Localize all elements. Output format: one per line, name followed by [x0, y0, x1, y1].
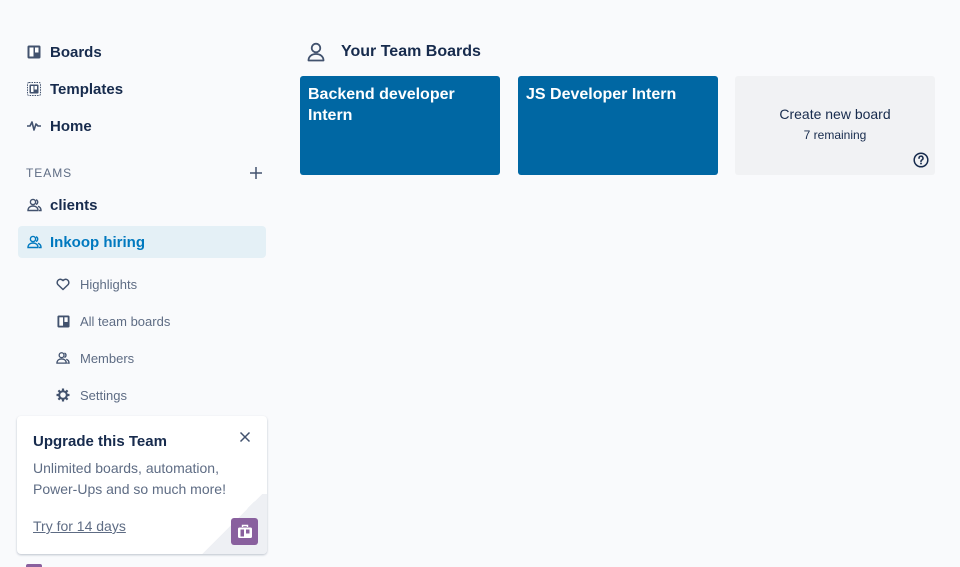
section-title: Your Team Boards: [341, 43, 481, 60]
upgrade-card: Upgrade this Team Unlimited boards, auto…: [17, 416, 267, 554]
sidebar-item-label: Home: [50, 117, 92, 135]
gear-icon: [56, 388, 70, 402]
sidebar-item-label: Inkoop hiring: [50, 233, 145, 251]
board-name: Backend developer Intern: [308, 86, 455, 124]
sub-item-label: Settings: [80, 387, 127, 403]
teams-label: TEAMS: [26, 166, 73, 180]
heart-icon: [56, 277, 70, 291]
team-nav-all-boards[interactable]: All team boards: [48, 305, 266, 337]
team-nav-settings[interactable]: Settings: [48, 379, 266, 411]
template-icon: [26, 81, 42, 97]
sub-item-label: Highlights: [80, 276, 138, 292]
section-header: Your Team Boards: [306, 40, 481, 64]
upgrade-title: Upgrade this Team: [33, 433, 167, 450]
try-trial-link[interactable]: Try for 14 days: [33, 518, 126, 534]
create-board-button[interactable]: Create new board 7 remaining: [735, 76, 935, 175]
activity-icon: [26, 118, 42, 134]
person-icon: [306, 42, 326, 62]
team-nav-highlights[interactable]: Highlights: [48, 268, 266, 300]
upgrade-description: Unlimited boards, automation, Power-Ups …: [33, 460, 226, 497]
create-board-label: Create new board: [779, 106, 891, 122]
board-name: JS Developer Intern: [526, 86, 677, 103]
sub-item-label: Members: [80, 350, 135, 366]
sidebar-team-inkoop-hiring[interactable]: Inkoop hiring: [18, 226, 266, 258]
plus-icon[interactable]: [246, 163, 266, 183]
board-tile[interactable]: Backend developer Intern: [300, 76, 500, 175]
sidebar-item-label: Boards: [50, 43, 102, 61]
board-icon: [26, 44, 42, 60]
help-icon[interactable]: [913, 152, 929, 168]
remaining-count: 7 remaining: [803, 128, 867, 142]
team-icon: [26, 197, 42, 213]
sidebar-item-boards[interactable]: Boards: [18, 36, 266, 68]
team-icon: [26, 234, 42, 250]
members-icon: [56, 351, 70, 365]
sidebar-item-templates[interactable]: Templates: [18, 73, 266, 105]
sidebar-item-label: Templates: [50, 80, 124, 98]
sidebar-item-label: clients: [50, 196, 98, 214]
briefcase-icon: [231, 518, 258, 545]
board-icon: [56, 314, 70, 328]
board-tile[interactable]: JS Developer Intern: [518, 76, 718, 175]
sub-item-label: All team boards: [80, 313, 171, 329]
sidebar: Boards Templates Home TEAMS clients Inko…: [0, 0, 280, 567]
sidebar-item-home[interactable]: Home: [18, 110, 266, 142]
close-icon[interactable]: [239, 430, 253, 444]
sidebar-team-clients[interactable]: clients: [18, 189, 266, 221]
teams-header: TEAMS: [26, 164, 266, 182]
team-nav-members[interactable]: Members: [48, 342, 266, 374]
